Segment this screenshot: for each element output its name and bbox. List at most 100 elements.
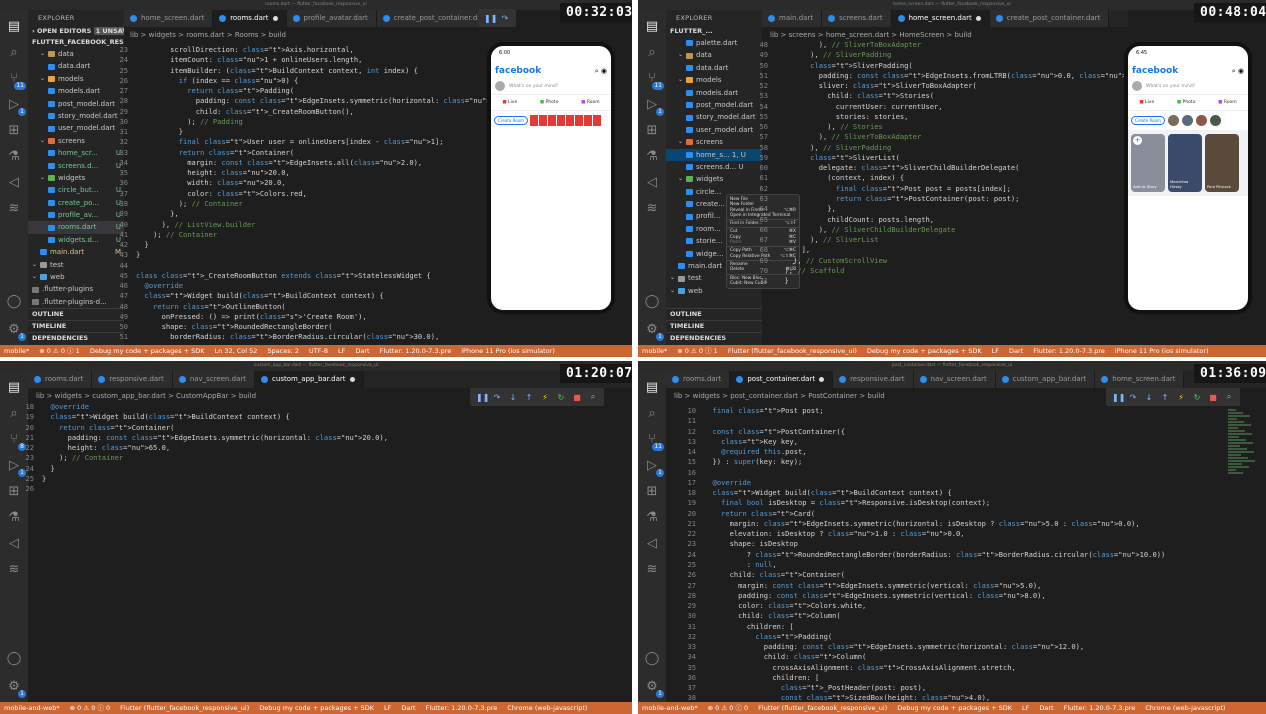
- flutter-icon[interactable]: ◁: [4, 172, 24, 192]
- status-item[interactable]: Dart: [1009, 345, 1023, 357]
- extensions-icon[interactable]: ⊞: [642, 481, 662, 501]
- step-out-icon[interactable]: ↑: [524, 393, 534, 402]
- editor-tab[interactable]: custom_app_bar.dart: [255, 371, 364, 388]
- room-button[interactable]: ■ Room: [1218, 100, 1237, 105]
- minimap[interactable]: [1228, 409, 1258, 475]
- status-item[interactable]: Flutter: 1.20.0-7.3.pre: [380, 345, 452, 357]
- room-button[interactable]: ■ Room: [581, 100, 600, 105]
- step-into-icon[interactable]: ↓: [508, 393, 518, 402]
- story-card[interactable]: Marcelina Hirsky: [1168, 134, 1202, 192]
- status-item[interactable]: Flutter: 1.20.0-7.3.pre: [1033, 345, 1105, 357]
- code-line[interactable]: 36 children: [: [678, 673, 1218, 683]
- code-line[interactable]: 26: [16, 484, 616, 494]
- status-item[interactable]: Dart: [355, 345, 369, 357]
- code-line[interactable]: 21 padding: const class="t">EdgeInsets.s…: [16, 433, 616, 443]
- editor-tab[interactable]: profile_avatar.dart: [286, 10, 377, 27]
- extensions-icon[interactable]: ⊞: [642, 120, 662, 140]
- create-room-button[interactable]: Create Room: [1131, 116, 1165, 125]
- code-line[interactable]: 27 margin: const class="t">EdgeInsets.sy…: [678, 581, 1218, 591]
- status-item[interactable]: UTF-8: [309, 345, 328, 357]
- run-debug-icon[interactable]: ▷ 1: [642, 94, 664, 116]
- status-item[interactable]: Ln 32, Col 52: [215, 345, 258, 357]
- file-tree-item[interactable]: palette.dart: [666, 37, 762, 49]
- file-tree-item[interactable]: user_model.dart: [666, 124, 762, 136]
- status-item[interactable]: Debug my code + packages + SDK: [259, 702, 374, 714]
- unsaved-dot-icon[interactable]: [349, 377, 355, 382]
- code-line[interactable]: 17 @override: [678, 478, 1218, 488]
- code-line[interactable]: 29 color: class="t">Colors.white,: [678, 601, 1218, 611]
- story-card[interactable]: + Add to Story: [1131, 134, 1165, 192]
- editor-tab[interactable]: create_post_container.dart: [376, 10, 486, 27]
- editor-tab[interactable]: post_container.dart: [730, 371, 834, 388]
- stop-icon[interactable]: ■: [1208, 393, 1218, 402]
- status-item[interactable]: Debug my code + packages + SDK: [867, 345, 982, 357]
- explorer-icon[interactable]: ▤: [4, 16, 24, 36]
- code-line[interactable]: 20 return class="t">Container(: [16, 423, 616, 433]
- code-line[interactable]: 53 child: class="t">Stories(: [750, 91, 1126, 101]
- status-item[interactable]: LF: [384, 702, 391, 714]
- code-line[interactable]: 28 padding: const class="t">EdgeInsets.s…: [110, 96, 488, 106]
- code-line[interactable]: 38 const class="t">SizedBox(height: clas…: [678, 693, 1218, 702]
- docker-icon[interactable]: ≋: [4, 198, 24, 218]
- step-over-icon[interactable]: ↷: [1128, 393, 1138, 402]
- unsaved-dot-icon[interactable]: [975, 16, 981, 21]
- code-line[interactable]: 34 child: class="t">Column(: [678, 652, 1218, 662]
- restart-icon[interactable]: ↻: [1192, 393, 1202, 402]
- code-line[interactable]: 49 onPressed: () => print(class="s">'Cre…: [110, 312, 488, 322]
- code-line[interactable]: 41 ); // Container: [110, 230, 488, 240]
- explorer-icon[interactable]: ▤: [4, 377, 24, 397]
- code-line[interactable]: 51 padding: const class="t">EdgeInsets.f…: [750, 71, 1126, 81]
- explorer-icon[interactable]: ▤: [642, 377, 662, 397]
- source-control-icon[interactable]: ⑂ 11: [642, 68, 664, 90]
- code-line[interactable]: 24 ? class="t">RoundedRectangleBorder(bo…: [678, 550, 1218, 560]
- file-tree-item[interactable]: home_s... 1, U: [666, 148, 762, 161]
- code-line[interactable]: 15 }) : super(key: key);: [678, 457, 1218, 467]
- photo-button[interactable]: ■ Photo: [1177, 100, 1196, 105]
- file-tree-item[interactable]: story_model.dart: [666, 111, 762, 123]
- status-item[interactable]: Debug my code + packages + SDK: [90, 345, 205, 357]
- unsaved-dot-icon[interactable]: [272, 16, 278, 21]
- dependencies-section[interactable]: DEPENDENCIES: [666, 332, 762, 343]
- code-line[interactable]: 16: [678, 468, 1218, 478]
- code-line[interactable]: 58 ), // SliverPadding: [750, 143, 1126, 153]
- status-item[interactable]: mobile*: [4, 345, 29, 357]
- code-editor[interactable]: 48 ), // SliverToBoxAdapter 49 ), // Sliv…: [750, 40, 1126, 340]
- testing-icon[interactable]: ⚗: [4, 146, 24, 166]
- code-line[interactable]: 48 return class="t">OutlineButton(: [110, 302, 488, 312]
- file-tree-item[interactable]: post_model.dart: [666, 99, 762, 111]
- code-line[interactable]: 32 final class="t">User user = onlineUse…: [110, 137, 488, 147]
- editor-tab[interactable]: rooms.dart: [213, 10, 287, 27]
- status-item[interactable]: LF: [992, 345, 999, 357]
- code-line[interactable]: 29 child: class="t">_CreateRoomButton(),: [110, 107, 488, 117]
- project-section[interactable]: FLUTTER_...: [666, 26, 762, 37]
- docker-icon[interactable]: ≋: [642, 559, 662, 579]
- timeline-section[interactable]: TIMELINE: [666, 320, 762, 331]
- status-item[interactable]: Chrome (web-javascript): [1145, 702, 1225, 714]
- code-line[interactable]: 68 ],: [750, 245, 1126, 255]
- code-line[interactable]: 46 @override: [110, 281, 488, 291]
- code-line[interactable]: 30 ); // Padding: [110, 117, 488, 127]
- code-line[interactable]: 50 class="t">SliverPadding(: [750, 61, 1126, 71]
- run-debug-icon[interactable]: ▷ 1: [4, 94, 26, 116]
- status-item[interactable]: LF: [1022, 702, 1029, 714]
- status-item[interactable]: Dart: [401, 702, 415, 714]
- code-line[interactable]: 14 @required this.post,: [678, 447, 1218, 457]
- code-line[interactable]: 52 sliver: class="t">SliverToBoxAdapter(: [750, 81, 1126, 91]
- photo-button[interactable]: ■ Photo: [540, 100, 559, 105]
- source-control-icon[interactable]: ⑂ 11: [642, 429, 664, 451]
- editor-tab[interactable]: home_screen.dart: [891, 10, 990, 27]
- status-item[interactable]: Debug my code + packages + SDK: [897, 702, 1012, 714]
- code-line[interactable]: 50 shape: class="t">RoundedRectangleBord…: [110, 322, 488, 332]
- search-icon[interactable]: ⌕: [642, 42, 662, 62]
- code-line[interactable]: 25 itemBuilder: (class="t">BuildContext …: [110, 66, 488, 76]
- editor-tab[interactable]: create_post_container.dart: [989, 10, 1110, 27]
- status-item[interactable]: Flutter (flutter_facebook_responsive_ui): [758, 702, 887, 714]
- whats-on-your-mind-input[interactable]: What's on your mind?: [1146, 84, 1195, 89]
- file-tree-item[interactable]: ⌄ models: [666, 74, 762, 86]
- code-line[interactable]: 19 final bool isDesktop = class="t">Resp…: [678, 498, 1218, 508]
- search-icon[interactable]: ⌕: [4, 42, 24, 62]
- restart-icon[interactable]: ↻: [556, 393, 566, 402]
- extensions-icon[interactable]: ⊞: [4, 120, 24, 140]
- code-line[interactable]: 23 shape: isDesktop: [678, 539, 1218, 549]
- code-line[interactable]: 31 children: [: [678, 622, 1218, 632]
